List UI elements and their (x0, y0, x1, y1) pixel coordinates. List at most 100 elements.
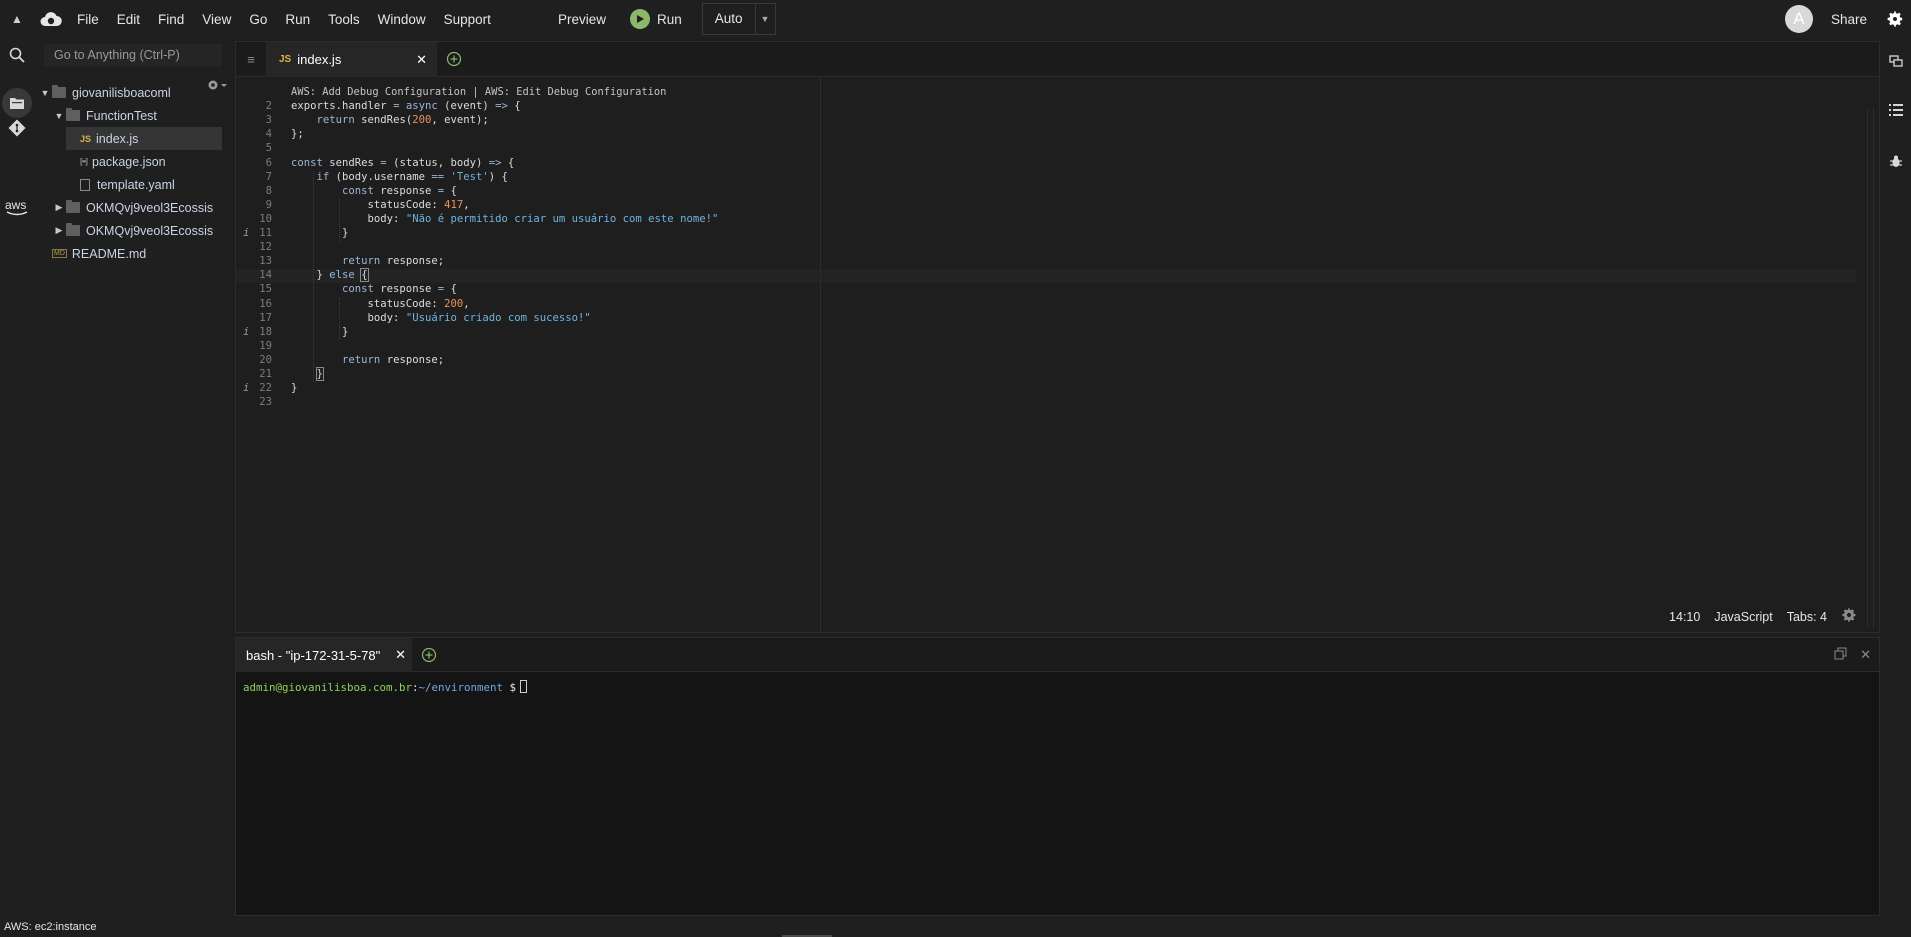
code-line: i 22} (236, 382, 1856, 396)
line-number[interactable]: 11 (236, 227, 272, 239)
language-mode[interactable]: JavaScript (1714, 610, 1772, 624)
code-text: const response = { (342, 283, 457, 296)
add-terminal-icon[interactable] (421, 647, 437, 666)
tree-item-folder[interactable]: ▼ FunctionTest (52, 104, 222, 127)
aws-connection-status[interactable]: AWS: ec2:instance (4, 921, 97, 933)
tree-item-label: package.json (91, 154, 166, 169)
tree-item-folder[interactable]: ▶ OKMQvj9veol3Ecossis (52, 219, 222, 242)
menu-support[interactable]: Support (435, 12, 500, 27)
line-number[interactable]: 6 (236, 157, 272, 169)
line-number[interactable]: 16 (236, 298, 272, 310)
line-number[interactable]: 20 (236, 354, 272, 366)
avatar[interactable]: A (1784, 5, 1813, 33)
tab-bash-terminal[interactable]: bash - "ip-172-31-5-78" ✕ (236, 638, 412, 672)
left-icon-rail: aws (0, 38, 34, 918)
collapse-menu-icon[interactable]: ▲ (0, 12, 34, 26)
code-line: 4}; (236, 128, 1856, 142)
environment-folder-icon[interactable] (0, 88, 34, 118)
line-number[interactable]: 2 (236, 100, 272, 112)
tree-item-label: README.md (71, 246, 147, 261)
run-mode-select[interactable]: Auto ▼ (701, 3, 776, 35)
tab-menu-icon[interactable]: ≡ (236, 42, 266, 77)
code-line: 9 statusCode: 417, (236, 199, 1856, 213)
chevron-down-icon[interactable]: ▼ (38, 88, 52, 98)
menu-find[interactable]: Find (149, 12, 193, 27)
code-line: 20 return response; (236, 354, 1856, 368)
close-pane-icon[interactable]: ✕ (1860, 647, 1871, 663)
source-control-git-icon[interactable] (0, 119, 34, 137)
line-number[interactable]: 7 (236, 171, 272, 183)
tree-item-json[interactable]: [••] package.json (66, 150, 222, 173)
editor-settings-gear-icon[interactable] (1841, 607, 1857, 626)
go-to-anything-input[interactable]: Go to Anything (Ctrl-P) (44, 44, 222, 66)
json-file-icon: [••] (80, 157, 88, 166)
line-number[interactable]: 12 (236, 241, 272, 253)
code-line: 6 const sendRes = (status, body) => { (236, 157, 1856, 171)
line-number[interactable]: 23 (236, 396, 272, 408)
menu-edit[interactable]: Edit (108, 12, 149, 27)
menu-window[interactable]: Window (369, 12, 435, 27)
share-button[interactable]: Share (1831, 12, 1867, 27)
line-number[interactable]: 5 (236, 142, 272, 154)
terminal-prompt[interactable]: admin@giovanilisboa.com.br:~/environment… (243, 680, 528, 694)
chevron-right-icon[interactable]: ▶ (52, 225, 66, 236)
run-button[interactable]: Run (618, 9, 694, 29)
code-editor[interactable]: AWS: Add Debug Configuration | AWS: Edit… (236, 78, 1879, 632)
aws-debug-codelens[interactable]: AWS: Add Debug Configuration | AWS: Edit… (291, 86, 666, 98)
menu-view[interactable]: View (193, 12, 240, 27)
line-number[interactable]: 15 (236, 283, 272, 295)
line-number[interactable]: 18 (236, 326, 272, 338)
tree-item-label: index.js (96, 131, 139, 146)
add-tab-icon[interactable] (446, 51, 462, 70)
tab-size[interactable]: Tabs: 4 (1787, 610, 1827, 624)
line-number[interactable]: 13 (236, 255, 272, 267)
code-text: } (315, 367, 324, 381)
line-number[interactable]: 14 (236, 269, 272, 281)
line-number[interactable]: 3 (236, 114, 272, 126)
prompt-user: admin@giovanilisboa.com.br (243, 681, 413, 694)
print-margin (820, 78, 821, 632)
debugger-bug-icon[interactable] (1880, 155, 1911, 168)
collaborate-icon[interactable] (1880, 54, 1911, 68)
line-number[interactable]: 8 (236, 185, 272, 197)
line-number[interactable]: 17 (236, 312, 272, 324)
tab-index-js[interactable]: JS index.js ✕ (266, 42, 437, 77)
search-icon[interactable] (0, 47, 34, 63)
line-number[interactable]: 9 (236, 199, 272, 211)
menu-tools[interactable]: Tools (319, 12, 369, 27)
chevron-down-icon[interactable]: ▼ (754, 4, 775, 34)
preview-label: Preview (557, 11, 606, 27)
tree-item-md[interactable]: MD README.md (52, 242, 222, 265)
tree-item-js[interactable]: JS index.js (66, 127, 222, 150)
editor-scrollbar[interactable] (1867, 108, 1874, 628)
tree-item-yaml[interactable]: template.yaml (66, 173, 222, 196)
outline-list-icon[interactable] (1880, 104, 1911, 116)
maximize-pane-icon[interactable] (1834, 647, 1847, 663)
editor-pane: ≡ JS index.js ✕ AWS: Add Debug Configura… (235, 41, 1880, 633)
tree-item-folder[interactable]: ▶ OKMQvj9veol3Ecossis (52, 196, 222, 219)
cursor-position[interactable]: 14:10 (1669, 610, 1700, 624)
code-line: 7 if (body.username == 'Test') { (236, 171, 1856, 185)
folder-icon (66, 108, 80, 121)
line-number[interactable]: 21 (236, 368, 272, 380)
close-terminal-icon[interactable]: ✕ (395, 647, 406, 663)
cloud9-logo-icon[interactable] (34, 11, 68, 27)
menu-file[interactable]: File (68, 12, 108, 27)
aws-icon[interactable]: aws (0, 198, 34, 216)
chevron-right-icon[interactable]: ▶ (52, 202, 66, 213)
line-number[interactable]: 22 (236, 382, 272, 394)
code-text: statusCode: 200, (291, 297, 470, 310)
menu-go[interactable]: Go (240, 12, 276, 27)
chevron-down-icon[interactable]: ▼ (52, 111, 66, 121)
menu-run[interactable]: Run (276, 12, 319, 27)
close-tab-icon[interactable]: ✕ (416, 52, 427, 68)
code-text: return sendRes(200, event); (316, 114, 489, 127)
line-number[interactable]: 10 (236, 213, 272, 225)
tree-item-folder[interactable]: ▼ giovanilisboacoml (38, 81, 222, 104)
code-line: 23 (236, 396, 1856, 410)
line-number[interactable]: 4 (236, 128, 272, 140)
preview-button[interactable]: Preview (546, 12, 618, 27)
preferences-gear-icon[interactable] (1879, 10, 1911, 28)
line-number[interactable]: 19 (236, 340, 272, 352)
js-file-icon: JS (80, 133, 92, 144)
